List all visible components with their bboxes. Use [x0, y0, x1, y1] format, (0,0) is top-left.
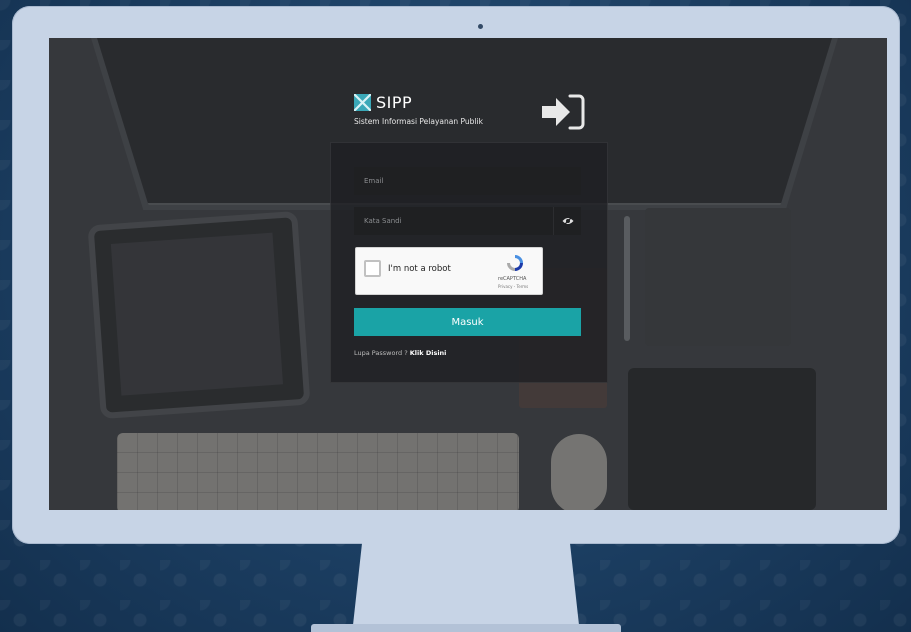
password-input[interactable]: [354, 207, 554, 235]
forgot-password-text: Lupa Password ?: [354, 349, 410, 357]
brand-title: SIPP: [376, 93, 413, 112]
forgot-password: Lupa Password ? Klik Disini: [354, 349, 446, 357]
sign-in-icon: [542, 94, 585, 130]
email-input[interactable]: [354, 167, 581, 195]
login-button[interactable]: Masuk: [354, 308, 581, 336]
eye-icon: [562, 216, 573, 226]
brand-subtitle: Sistem Informasi Pelayanan Publik: [354, 117, 483, 126]
recaptcha-label: I'm not a robot: [388, 264, 451, 274]
password-field-group: [354, 207, 581, 235]
password-toggle-button[interactable]: [553, 207, 581, 235]
login-form: I'm not a robot reCAPTCHA Privacy - Term…: [330, 142, 608, 383]
screen: SIPP Sistem Informasi Pelayanan Publik I…: [49, 38, 887, 510]
monitor-stand: [353, 543, 579, 625]
recaptcha-logo-icon: [507, 255, 523, 271]
recaptcha-brand: reCAPTCHA: [498, 276, 527, 282]
brand: SIPP: [354, 93, 412, 112]
recaptcha-terms-link[interactable]: Privacy - Terms: [498, 284, 528, 289]
forgot-password-link[interactable]: Klik Disini: [410, 349, 447, 357]
recaptcha-widget: I'm not a robot reCAPTCHA Privacy - Term…: [355, 247, 543, 295]
monitor-stand-base: [311, 624, 621, 632]
camera-dot: [478, 24, 483, 29]
sipp-logo-icon: [354, 94, 371, 111]
recaptcha-checkbox[interactable]: [364, 260, 381, 277]
